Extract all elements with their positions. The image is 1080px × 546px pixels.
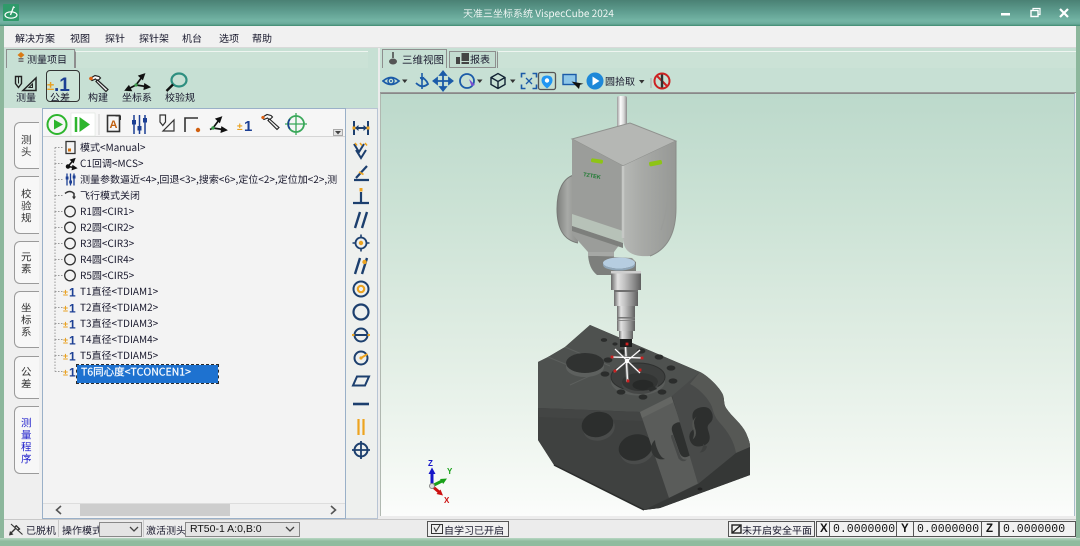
svg-text:±: ± <box>63 288 68 298</box>
svg-text:±: ± <box>237 122 243 133</box>
svg-text:Z: Z <box>428 460 433 468</box>
svg-text:Y: Y <box>447 467 453 476</box>
svg-text:X: X <box>444 496 450 504</box>
svg-text:±: ± <box>63 320 68 330</box>
svg-text:1: 1 <box>69 302 76 316</box>
svg-text:1: 1 <box>69 334 76 348</box>
svg-text:1: 1 <box>69 286 76 300</box>
svg-text:±: ± <box>63 368 68 378</box>
svg-text:A: A <box>110 119 118 131</box>
svg-text:1: 1 <box>69 366 76 380</box>
svg-text:1: 1 <box>69 318 76 332</box>
svg-text:±: ± <box>63 336 68 346</box>
svg-text:1: 1 <box>69 350 76 364</box>
svg-text:1: 1 <box>244 118 252 135</box>
svg-text:±: ± <box>63 352 68 362</box>
svg-text:±: ± <box>63 304 68 314</box>
